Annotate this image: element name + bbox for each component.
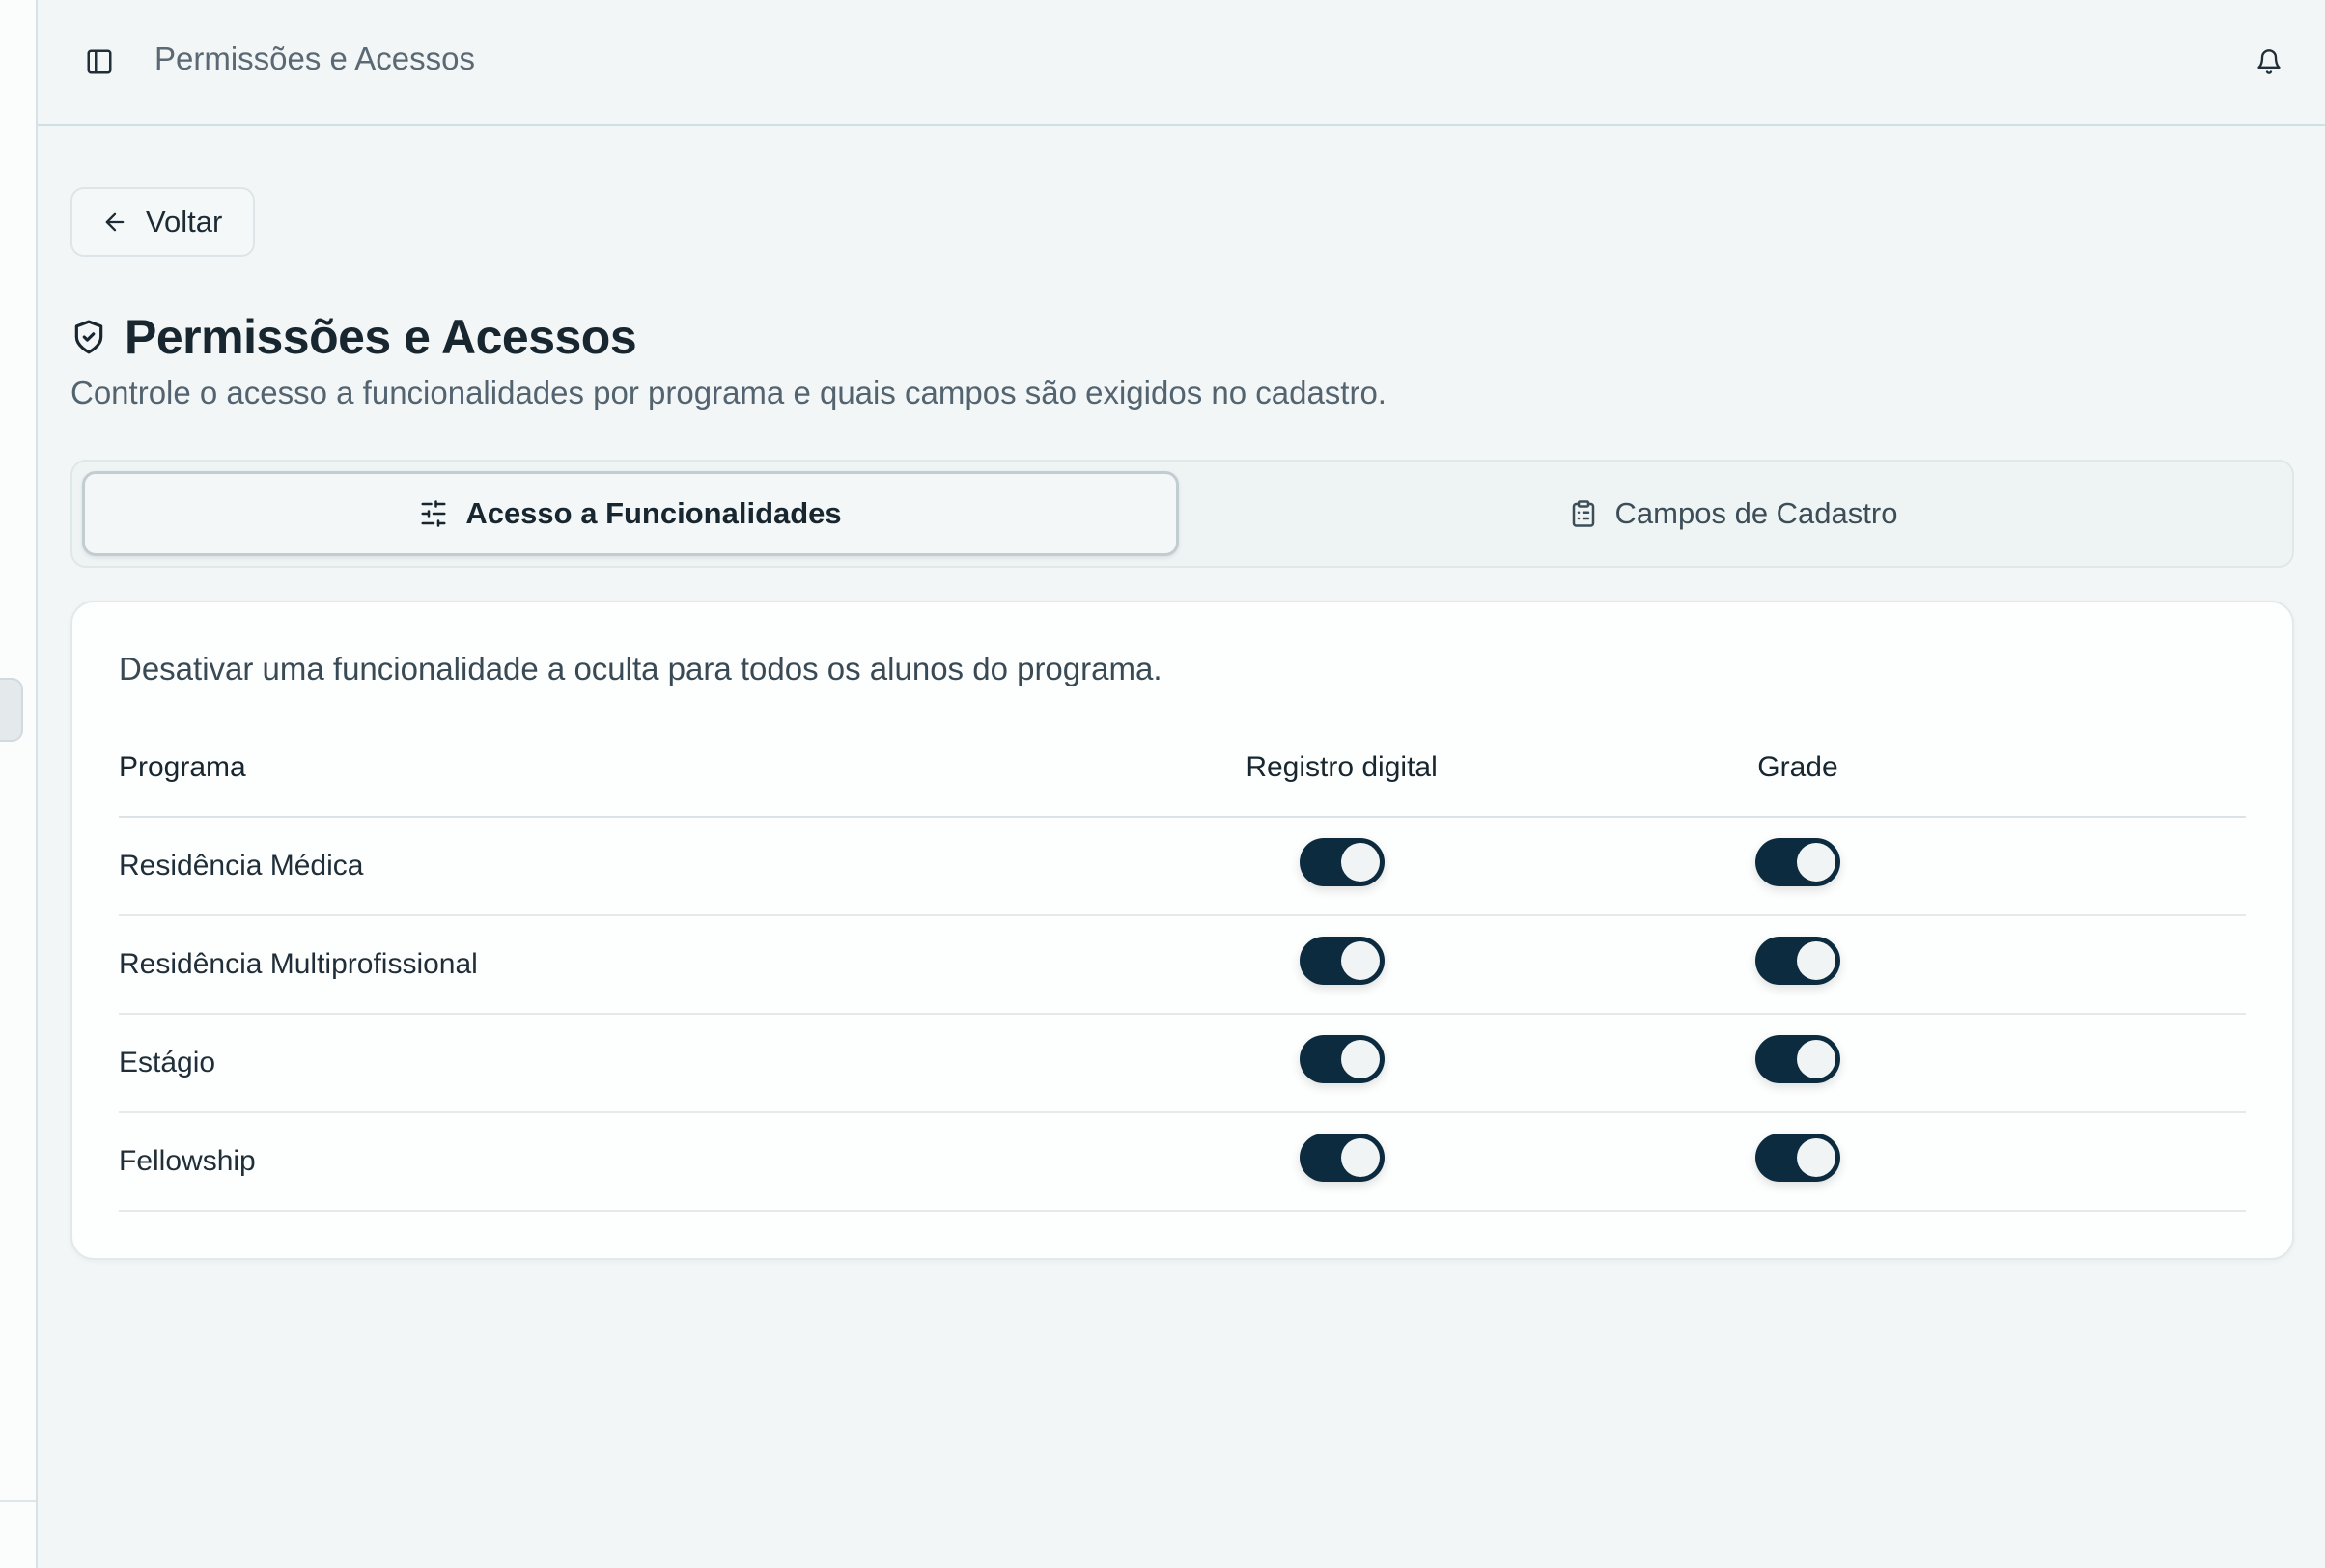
registro-digital-toggle[interactable] [1299, 937, 1385, 985]
sliders-icon [421, 500, 446, 527]
grade-toggle[interactable] [1754, 1035, 1840, 1083]
program-name: Fellowship [119, 1145, 256, 1177]
registro-digital-toggle[interactable] [1299, 1035, 1385, 1083]
topbar-title: Permissões e Acessos [154, 41, 475, 76]
shield-check-icon [74, 320, 103, 354]
back-button-label: Voltar [146, 205, 223, 238]
sidebar-expand-handle[interactable] [0, 678, 23, 742]
toggle-knob [1796, 1040, 1835, 1078]
tab-label: Acesso a Funcionalidades [465, 496, 842, 530]
table-row: Estágio [119, 1014, 2246, 1112]
column-header-registro-digital: Registro digital [1246, 751, 1438, 783]
arrow-left-icon [105, 212, 125, 232]
bell-icon [2257, 49, 2281, 74]
sidebar-toggle-button[interactable] [80, 42, 119, 81]
column-header-programa: Programa [119, 751, 246, 783]
table-row: Fellowship [119, 1112, 2246, 1211]
program-features-table: Programa Registro digital Grade Residênc… [119, 751, 2246, 1212]
back-button[interactable]: Voltar [70, 187, 256, 257]
table-row: Residência Multiprofissional [119, 915, 2246, 1014]
program-name: Estágio [119, 1047, 216, 1078]
toggle-knob [1796, 941, 1835, 980]
tab-list: Acesso a Funcionalidades Campos de Cadas… [70, 460, 2294, 568]
toggle-knob [1340, 941, 1380, 980]
panel-left-icon [87, 49, 112, 74]
sidebar-divider [0, 1500, 36, 1502]
page-subtitle: Controle o acesso a funcionalidades por … [70, 375, 1387, 410]
program-name: Residência Médica [119, 850, 364, 882]
tab-label: Campos de Cadastro [1614, 496, 1898, 530]
clipboard-icon [1572, 500, 1594, 527]
program-name: Residência Multiprofissional [119, 948, 478, 980]
registro-digital-toggle[interactable] [1299, 838, 1385, 886]
table-row: Residência Médica [119, 817, 2246, 915]
top-bar: Permissões e Acessos [38, 0, 2325, 126]
toggle-knob [1340, 1138, 1380, 1177]
toggle-knob [1796, 843, 1835, 882]
toggle-knob [1340, 843, 1380, 882]
card-description: Desativar uma funcionalidade a oculta pa… [119, 651, 1162, 686]
notifications-button[interactable] [2250, 42, 2288, 81]
grade-toggle[interactable] [1754, 838, 1840, 886]
features-card: Desativar uma funcionalidade a oculta pa… [70, 601, 2294, 1260]
toggle-knob [1796, 1138, 1835, 1177]
grade-toggle[interactable] [1754, 1134, 1840, 1182]
tab-acesso-funcionalidades[interactable]: Acesso a Funcionalidades [82, 471, 1179, 556]
table-header-row: Programa Registro digital Grade [119, 751, 2246, 817]
registro-digital-toggle[interactable] [1299, 1134, 1385, 1182]
grade-toggle[interactable] [1754, 937, 1840, 985]
toggle-knob [1340, 1040, 1380, 1078]
tab-campos-cadastro[interactable]: Campos de Cadastro [1183, 471, 2283, 556]
sidebar-collapsed [0, 0, 38, 1568]
column-header-grade: Grade [1757, 751, 1838, 783]
page-heading: Permissões e Acessos [70, 309, 2294, 365]
main-content: Voltar Permissões e Acessos Controle o a… [70, 187, 2294, 1260]
page-title: Permissões e Acessos [125, 310, 637, 364]
